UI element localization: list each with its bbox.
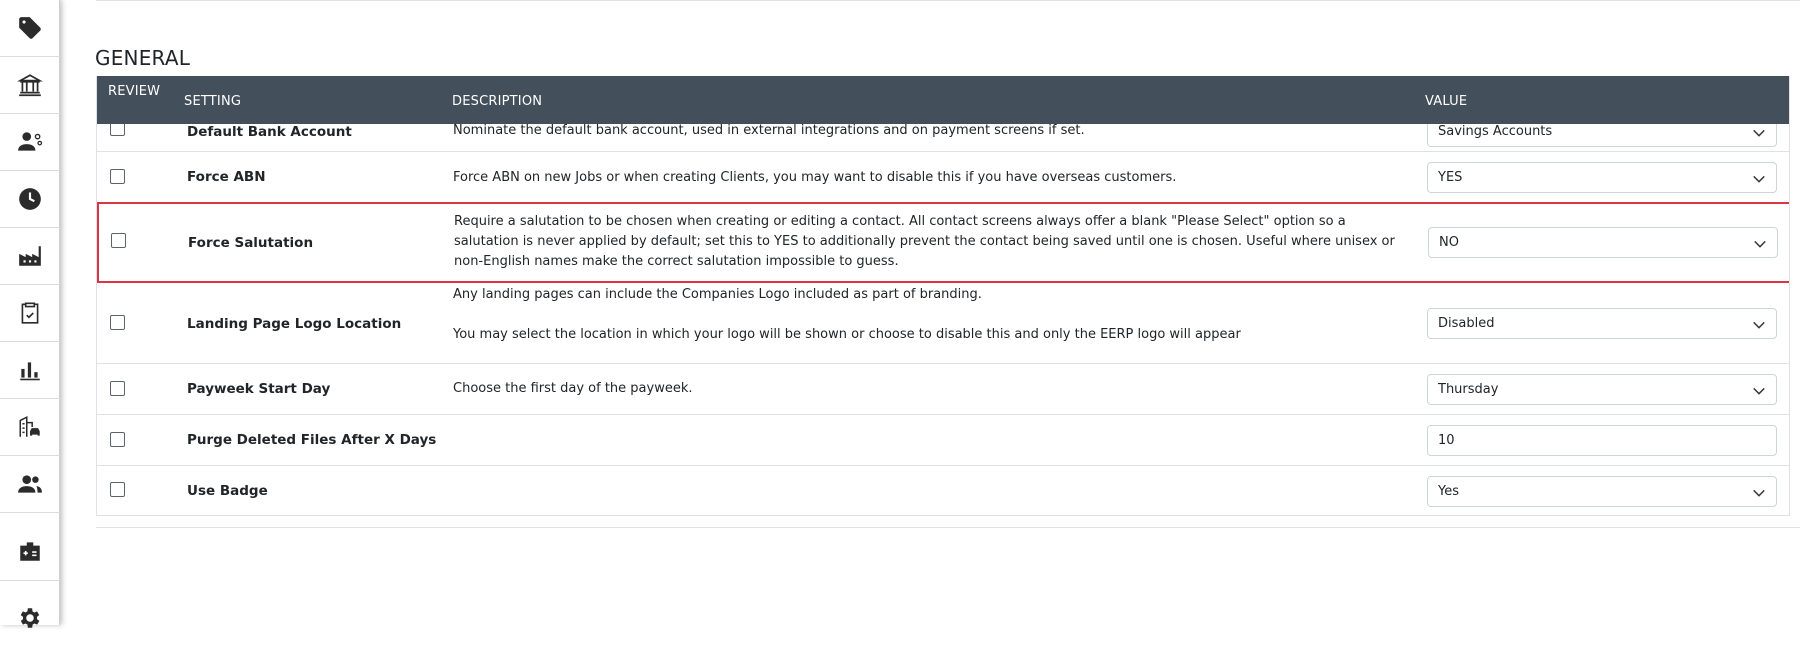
value-input[interactable]: 10 — [1427, 425, 1777, 456]
clock-icon — [19, 188, 41, 210]
column-header-setting: SETTING — [184, 94, 242, 109]
select-value: YES — [1438, 170, 1463, 185]
description-text: Choose the first day of the payweek. — [453, 381, 693, 396]
review-checkbox[interactable] — [110, 315, 125, 330]
id-card-icon — [20, 542, 40, 561]
setting-description: Require a salutation to be chosen when c… — [454, 212, 1409, 272]
value-select[interactable]: Thursday — [1427, 374, 1777, 405]
sidebar-divider — [0, 580, 60, 581]
sidebar-item-reports[interactable] — [0, 342, 60, 398]
description-text: Require a salutation to be chosen when c… — [454, 214, 1395, 269]
chevron-down-icon — [1753, 175, 1765, 183]
chevron-down-icon — [1753, 321, 1765, 329]
user-settings-icon — [18, 132, 43, 151]
setting-name: Use Badge — [187, 483, 268, 499]
value-select[interactable]: Disabled — [1427, 308, 1777, 339]
sidebar — [0, 0, 60, 628]
building-car-icon — [19, 416, 40, 437]
setting-name: Payweek Start Day — [187, 381, 331, 397]
setting-name: Force ABN — [187, 169, 266, 185]
table-row: Use Badge Yes — [97, 466, 1789, 516]
table-row-highlighted: Force Salutation Require a salutation to… — [97, 202, 1789, 283]
description-text: Any landing pages can include the Compan… — [453, 287, 982, 302]
factory-icon — [19, 246, 41, 266]
section-title: GENERAL — [95, 46, 191, 70]
review-checkbox[interactable] — [110, 432, 125, 447]
chevron-down-icon — [1753, 387, 1765, 395]
description-text: You may select the location in which you… — [453, 327, 1241, 342]
input-value: 10 — [1438, 433, 1455, 448]
setting-description: Any landing pages can include the Compan… — [453, 285, 1403, 345]
table-header: REVIEW SETTING DESCRIPTION VALUE — [97, 76, 1789, 124]
review-checkbox[interactable] — [110, 381, 125, 396]
setting-name: Force Salutation — [188, 235, 314, 251]
main-content: GENERAL REVIEW SETTING DESCRIPTION VALUE… — [60, 0, 1800, 625]
column-header-review: REVIEW — [108, 84, 161, 99]
sidebar-divider — [0, 512, 60, 513]
gear-icon — [20, 608, 40, 628]
chevron-down-icon — [1754, 240, 1766, 248]
sidebar-item-timesheets[interactable] — [0, 171, 60, 227]
setting-description: Force ABN on new Jobs or when creating C… — [453, 168, 1403, 188]
sidebar-item-settings[interactable] — [0, 590, 60, 646]
sidebar-item-tasks[interactable] — [0, 285, 60, 341]
column-header-value: VALUE — [1425, 94, 1468, 109]
bank-icon — [17, 74, 43, 97]
bar-chart-icon — [20, 362, 40, 381]
sidebar-item-production[interactable] — [0, 228, 60, 284]
table-row: Purge Deleted Files After X Days 10 — [97, 415, 1789, 466]
value-select[interactable]: Yes — [1427, 476, 1777, 507]
sidebar-item-accounting[interactable] — [0, 523, 60, 579]
settings-table: REVIEW SETTING DESCRIPTION VALUE Default… — [96, 76, 1790, 516]
setting-name: Default Bank Account — [187, 124, 352, 140]
chevron-down-icon — [1753, 489, 1765, 497]
sidebar-item-fleet[interactable] — [0, 399, 60, 455]
sidebar-item-people[interactable] — [0, 456, 60, 512]
sidebar-item-banking[interactable] — [0, 57, 60, 113]
value-select[interactable]: NO — [1428, 227, 1778, 258]
review-checkbox[interactable] — [110, 482, 125, 497]
clipboard-check-icon — [21, 302, 39, 324]
review-checkbox[interactable] — [110, 169, 125, 184]
setting-name: Purge Deleted Files After X Days — [187, 432, 437, 448]
table-row: Landing Page Logo Location Any landing p… — [97, 283, 1789, 364]
setting-description: Nominate the default bank account, used … — [453, 121, 1403, 141]
sidebar-item-user-settings[interactable] — [0, 114, 60, 170]
description-text: Nominate the default bank account, used … — [453, 123, 1085, 138]
column-header-description: DESCRIPTION — [452, 94, 543, 109]
review-checkbox[interactable] — [111, 233, 126, 248]
setting-name: Landing Page Logo Location — [187, 316, 402, 332]
chevron-down-icon — [1753, 129, 1765, 137]
divider — [96, 0, 1800, 1]
select-value: NO — [1439, 235, 1459, 250]
table-row: Payweek Start Day Choose the first day o… — [97, 364, 1789, 415]
setting-description: Choose the first day of the payweek. — [453, 379, 1403, 399]
select-value: Thursday — [1438, 382, 1499, 397]
value-select[interactable]: YES — [1427, 162, 1777, 193]
select-value: Disabled — [1438, 316, 1495, 331]
description-text: Force ABN on new Jobs or when creating C… — [453, 170, 1177, 185]
select-value: Savings Accounts — [1438, 124, 1553, 139]
tag-icon — [19, 17, 41, 39]
people-icon — [18, 475, 42, 493]
divider — [96, 527, 1800, 528]
sidebar-item-tags[interactable] — [0, 0, 60, 56]
select-value: Yes — [1438, 484, 1459, 499]
table-row: Force ABN Force ABN on new Jobs or when … — [97, 152, 1789, 204]
